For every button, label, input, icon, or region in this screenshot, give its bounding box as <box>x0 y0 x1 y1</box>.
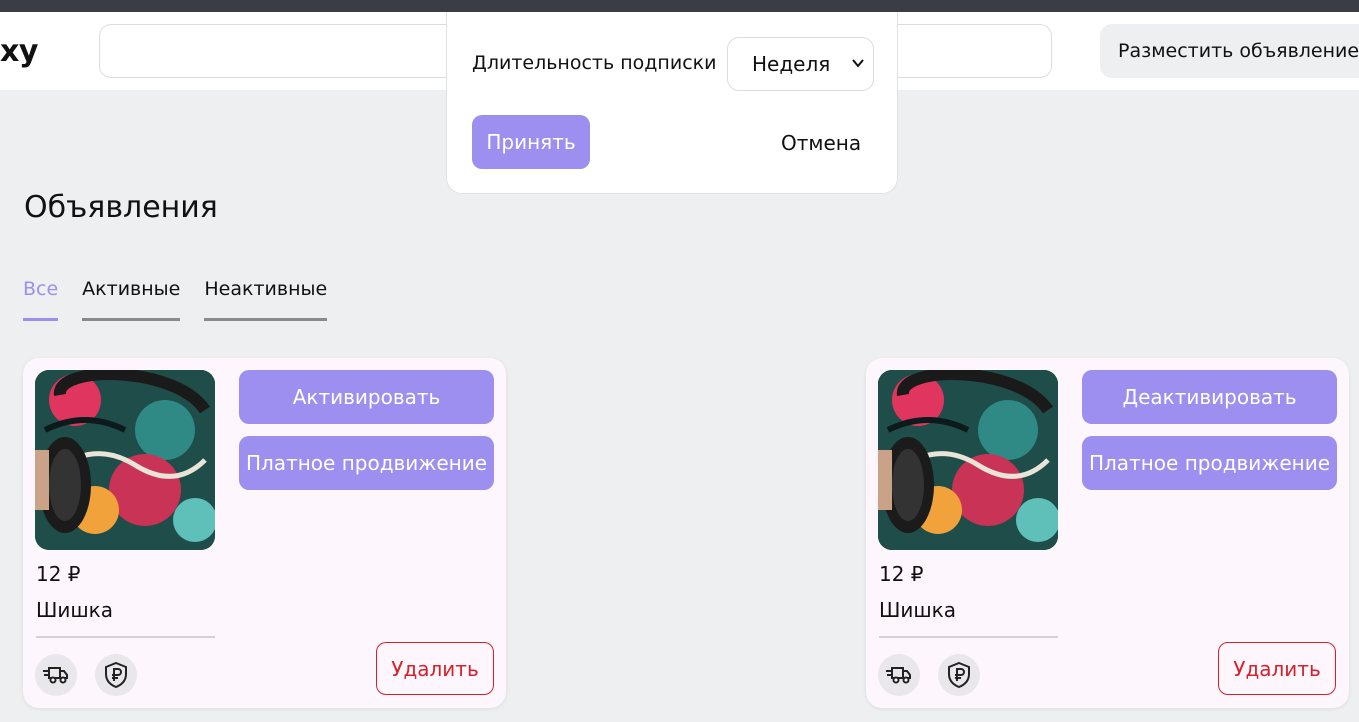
listing-name[interactable]: Шишка <box>879 598 956 622</box>
tab-active[interactable]: Активные <box>82 278 181 321</box>
deactivate-button[interactable]: Деактивировать <box>1082 370 1337 424</box>
delivery-truck-icon <box>878 654 920 696</box>
accept-button[interactable]: Принять <box>472 115 590 169</box>
delete-button[interactable]: Удалить <box>376 642 494 695</box>
site-logo[interactable]: xy <box>0 34 38 69</box>
cancel-button[interactable]: Отмена <box>781 131 861 155</box>
duration-select[interactable]: Неделя <box>727 37 874 91</box>
tab-inactive[interactable]: Неактивные <box>204 278 328 321</box>
ruble-shield-icon <box>938 654 980 696</box>
ruble-shield-icon <box>95 654 137 696</box>
listing-card: 12 ₽ Шишка Деактивировать Платное продви… <box>866 358 1349 708</box>
activate-button[interactable]: Активировать <box>239 370 494 424</box>
listing-divider <box>36 636 215 638</box>
delivery-truck-icon <box>35 654 77 696</box>
listing-photo-image <box>878 370 1058 550</box>
chevron-down-icon <box>852 59 864 68</box>
paid-promotion-button[interactable]: Платное продвижение <box>1082 436 1337 490</box>
listing-photo[interactable] <box>878 370 1058 550</box>
tab-all[interactable]: Все <box>23 278 59 321</box>
listing-price: 12 ₽ <box>36 562 81 586</box>
listing-divider <box>879 636 1058 638</box>
listing-photo-image <box>35 370 215 550</box>
delete-button[interactable]: Удалить <box>1218 642 1336 695</box>
listing-name[interactable]: Шишка <box>36 598 113 622</box>
paid-promotion-button[interactable]: Платное продвижение <box>239 436 494 490</box>
page-title: Объявления <box>24 190 218 225</box>
listing-photo[interactable] <box>35 370 215 550</box>
post-listing-button[interactable]: Разместить объявление <box>1100 24 1359 78</box>
listing-tabs: Все Активные Неактивные <box>23 278 328 321</box>
subscription-duration-label: Длительность подписки <box>472 52 717 74</box>
browser-top-strip <box>0 0 1359 12</box>
subscription-duration-popup: Длительность подписки Неделя Принять Отм… <box>446 12 898 194</box>
listing-price: 12 ₽ <box>879 562 924 586</box>
listing-card: 12 ₽ Шишка Активировать Платное продвиже… <box>23 358 506 708</box>
duration-select-value: Неделя <box>752 52 831 76</box>
